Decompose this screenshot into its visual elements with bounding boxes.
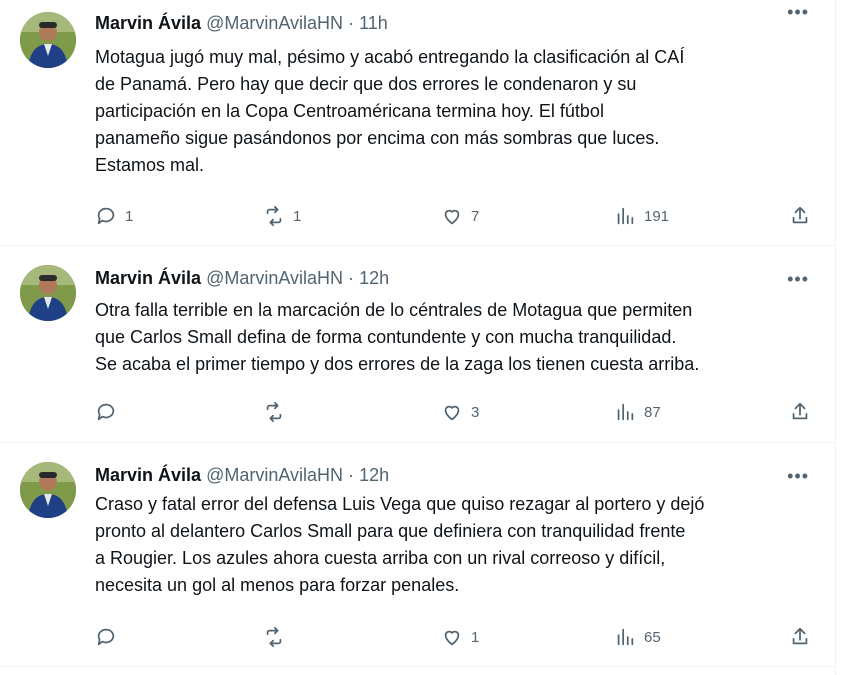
author-handle[interactable]: @MarvinAvilaHN: [206, 13, 343, 33]
separator-dot: ·: [348, 13, 355, 33]
views-button[interactable]: 191: [614, 204, 669, 228]
tweet-text: Motagua jugó muy mal, pésimo y acabó ent…: [95, 47, 685, 175]
reply-button[interactable]: 1: [95, 204, 133, 228]
retweet-button[interactable]: 1: [263, 204, 301, 228]
heart-icon: [444, 209, 460, 225]
views-chart-icon: [617, 628, 634, 646]
avatar[interactable]: [20, 462, 76, 518]
share-icon: [792, 402, 808, 420]
timeline: Marvin Ávila @MarvinAvilaHN · 11h ••• Mo…: [0, 0, 836, 675]
more-icon[interactable]: •••: [787, 466, 809, 487]
author-name[interactable]: Marvin Ávila: [95, 13, 201, 33]
like-button[interactable]: 7: [441, 204, 479, 228]
avatar[interactable]: [20, 12, 76, 68]
author-handle[interactable]: @MarvinAvilaHN: [206, 268, 343, 288]
tweet[interactable]: Marvin Ávila @MarvinAvilaHN · 12h ••• Ot…: [0, 247, 835, 443]
tweet-header: Marvin Ávila @MarvinAvilaHN · 12h: [95, 464, 389, 486]
views-chart-icon: [617, 403, 634, 421]
retweet-button[interactable]: [263, 625, 293, 649]
views-count: 65: [644, 628, 661, 646]
views-count: 87: [644, 403, 661, 421]
tweet-header: Marvin Ávila @MarvinAvilaHN · 12h: [95, 267, 389, 289]
retweet-icon: [266, 205, 282, 227]
tweet-text: Craso y fatal error del defensa Luis Veg…: [95, 494, 705, 595]
retweet-icon: [266, 401, 282, 423]
like-count: 7: [471, 207, 480, 225]
separator-dot: ·: [348, 465, 355, 485]
share-button[interactable]: [789, 625, 811, 649]
views-count: 191: [644, 207, 670, 225]
heart-icon: [444, 630, 460, 646]
tweet-actions: 3 87: [95, 400, 815, 424]
tweet-actions: 1 1 7 191: [95, 204, 815, 228]
avatar-image: [20, 12, 76, 68]
like-button[interactable]: 1: [441, 625, 479, 649]
retweet-button[interactable]: [263, 400, 293, 424]
tweet-time[interactable]: 12h: [359, 268, 389, 288]
avatar-image: [20, 265, 76, 321]
author-name[interactable]: Marvin Ávila: [95, 268, 201, 288]
share-button[interactable]: [789, 204, 811, 228]
views-button[interactable]: 65: [614, 625, 661, 649]
avatar-image: [20, 462, 76, 518]
share-button[interactable]: [789, 400, 811, 424]
retweet-icon: [266, 626, 282, 648]
like-button[interactable]: 3: [441, 400, 479, 424]
tweet-time[interactable]: 11h: [359, 13, 388, 33]
like-count: 1: [471, 628, 480, 646]
reply-button[interactable]: [95, 400, 125, 424]
share-icon: [792, 627, 808, 645]
tweet-time[interactable]: 12h: [359, 465, 389, 485]
like-count: 3: [471, 403, 480, 421]
more-icon[interactable]: •••: [787, 269, 809, 290]
avatar[interactable]: [20, 265, 76, 321]
views-button[interactable]: 87: [614, 400, 661, 424]
share-icon: [792, 206, 808, 224]
views-chart-icon: [617, 207, 634, 225]
reply-icon: [97, 628, 115, 646]
more-icon[interactable]: •••: [787, 2, 809, 23]
reply-icon: [97, 207, 115, 225]
reply-button[interactable]: [95, 625, 125, 649]
heart-icon: [444, 405, 460, 421]
author-name[interactable]: Marvin Ávila: [95, 465, 201, 485]
tweet-actions: 1 65: [95, 625, 815, 649]
author-handle[interactable]: @MarvinAvilaHN: [206, 465, 343, 485]
tweet-text: Otra falla terrible en la marcación de l…: [95, 300, 700, 374]
separator-dot: ·: [348, 268, 355, 288]
tweet[interactable]: Marvin Ávila @MarvinAvilaHN · 11h ••• Mo…: [0, 0, 835, 246]
reply-count: 1: [125, 207, 134, 225]
tweet-header: Marvin Ávila @MarvinAvilaHN · 11h: [95, 12, 388, 34]
retweet-count: 1: [293, 207, 302, 225]
tweet[interactable]: Marvin Ávila @MarvinAvilaHN · 12h ••• Cr…: [0, 444, 835, 667]
reply-icon: [97, 403, 115, 421]
